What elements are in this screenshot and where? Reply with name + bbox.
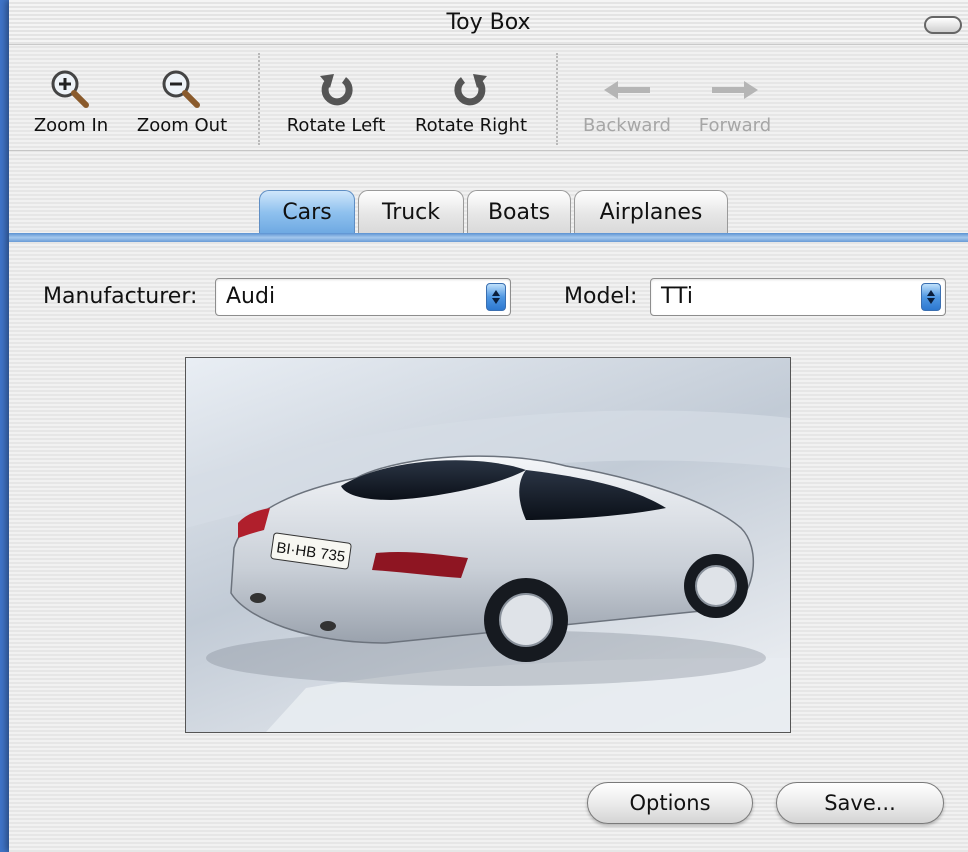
tab-airplanes[interactable]: Airplanes bbox=[574, 190, 728, 234]
arrow-right-icon bbox=[693, 65, 777, 115]
forward-label: Forward bbox=[698, 115, 772, 136]
rotate-left-icon bbox=[281, 65, 391, 115]
options-button[interactable]: Options bbox=[587, 782, 753, 824]
tab-boats[interactable]: Boats bbox=[467, 190, 571, 234]
toolbar: Zoom In Zoom Out Rotate Left Rotate Righ… bbox=[9, 45, 968, 151]
popup-arrows-icon bbox=[921, 283, 941, 311]
zoom-in-icon bbox=[29, 65, 113, 115]
manufacturer-value: Audi bbox=[226, 284, 276, 309]
save-button[interactable]: Save... bbox=[776, 782, 944, 824]
forward-button[interactable]: Forward bbox=[693, 65, 777, 136]
backward-button[interactable]: Backward bbox=[579, 65, 675, 136]
arrow-left-icon bbox=[579, 65, 675, 115]
model-value: TTi bbox=[661, 284, 693, 309]
title-bar[interactable]: Toy Box bbox=[9, 0, 968, 45]
rotate-left-button[interactable]: Rotate Left bbox=[281, 65, 391, 136]
toolbar-separator bbox=[258, 53, 260, 145]
tab-divider bbox=[9, 233, 968, 242]
rotate-right-label: Rotate Right bbox=[414, 115, 528, 136]
window-title: Toy Box bbox=[446, 10, 531, 35]
backward-label: Backward bbox=[583, 115, 671, 136]
car-image: BI·HB 735 bbox=[185, 357, 791, 733]
zoom-out-button[interactable]: Zoom Out bbox=[131, 65, 233, 136]
rotate-right-icon bbox=[409, 65, 533, 115]
zoom-in-label: Zoom In bbox=[33, 115, 109, 136]
zoom-in-button[interactable]: Zoom In bbox=[29, 65, 113, 136]
manufacturer-label: Manufacturer: bbox=[43, 284, 198, 309]
popup-arrows-icon bbox=[486, 283, 506, 311]
rotate-right-button[interactable]: Rotate Right bbox=[409, 65, 533, 136]
toolbar-toggle-button[interactable] bbox=[924, 16, 962, 34]
rotate-left-label: Rotate Left bbox=[286, 115, 386, 136]
zoom-out-label: Zoom Out bbox=[136, 115, 228, 136]
manufacturer-popup[interactable]: Audi bbox=[215, 278, 511, 316]
zoom-out-icon bbox=[131, 65, 233, 115]
model-popup[interactable]: TTi bbox=[650, 278, 946, 316]
model-label: Model: bbox=[564, 284, 638, 309]
tab-cars[interactable]: Cars bbox=[259, 190, 355, 234]
toolbar-separator bbox=[556, 53, 558, 145]
toy-box-window: Toy Box Zoom In Zoom Out Rotate Left Rot… bbox=[9, 0, 968, 852]
tab-truck[interactable]: Truck bbox=[358, 190, 464, 234]
